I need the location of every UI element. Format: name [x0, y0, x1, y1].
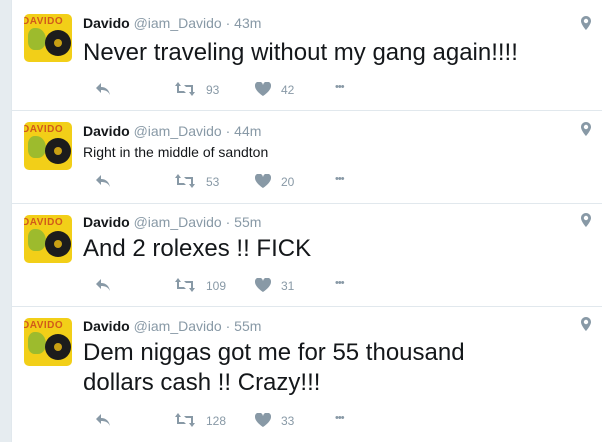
timestamp[interactable]: 55m: [234, 214, 261, 230]
tweet-header: Davido @iam_Davido · 55m: [83, 318, 261, 334]
retweet-button[interactable]: 128: [175, 413, 230, 429]
author-name[interactable]: Davido: [83, 15, 130, 31]
avatar[interactable]: DAVIDO: [24, 122, 72, 170]
tweet-text-line-1: Dem niggas got me for 55 thousand: [83, 339, 465, 366]
tweet-header: Davido @iam_Davido · 55m: [83, 214, 261, 230]
retweet-icon: [175, 278, 195, 292]
location-pin-icon[interactable]: [581, 16, 591, 30]
timestamp[interactable]: 43m: [234, 15, 261, 31]
location-pin-icon[interactable]: [581, 122, 591, 136]
like-count: 33: [281, 414, 295, 428]
like-button[interactable]: 20: [255, 174, 300, 190]
more-button[interactable]: •••: [335, 173, 359, 190]
author-name[interactable]: Davido: [83, 214, 130, 230]
tweet-text: Right in the middle of sandton: [83, 144, 269, 160]
tweet-header: Davido @iam_Davido · 43m: [83, 15, 261, 31]
tweet-feed: DAVIDO Davido @iam_Davido · 43m Never tr…: [11, 0, 602, 442]
timestamp[interactable]: 55m: [234, 318, 261, 334]
avatar-text: DAVIDO: [24, 16, 64, 27]
like-button[interactable]: 42: [255, 82, 300, 98]
tweet[interactable]: DAVIDO Davido @iam_Davido · 43m Never tr…: [12, 0, 602, 111]
heart-icon: [255, 174, 271, 188]
more-button[interactable]: •••: [335, 81, 359, 98]
tweet[interactable]: DAVIDO Davido @iam_Davido · 55m And 2 ro…: [12, 203, 602, 307]
avatar-text: DAVIDO: [24, 217, 64, 228]
reply-button[interactable]: [95, 413, 115, 429]
avatar[interactable]: DAVIDO: [24, 215, 72, 263]
more-icon: •••: [335, 412, 345, 424]
avatar-text: DAVIDO: [24, 320, 64, 331]
separator-dot: ·: [225, 15, 231, 31]
author-name[interactable]: Davido: [83, 123, 130, 139]
heart-icon: [255, 82, 271, 96]
tweet-actions: 53 20 •••: [83, 173, 383, 190]
like-count: 20: [281, 175, 295, 189]
author-handle[interactable]: @iam_Davido: [134, 123, 222, 139]
heart-icon: [255, 278, 271, 292]
retweet-count: 93: [206, 83, 220, 97]
retweet-icon: [175, 174, 195, 188]
retweet-button[interactable]: 109: [175, 278, 230, 294]
avatar[interactable]: DAVIDO: [24, 318, 72, 366]
retweet-button[interactable]: 93: [175, 82, 225, 98]
heart-icon: [255, 413, 271, 427]
like-count: 31: [281, 279, 295, 293]
separator-dot: ·: [225, 214, 231, 230]
tweet-text: And 2 rolexes !! FICK: [83, 235, 312, 262]
more-icon: •••: [335, 81, 345, 93]
timestamp[interactable]: 44m: [234, 123, 261, 139]
separator-dot: ·: [225, 123, 231, 139]
tweet-text: Never traveling without my gang again!!!…: [83, 39, 518, 66]
avatar[interactable]: DAVIDO: [24, 14, 72, 62]
separator-dot: ·: [225, 318, 231, 334]
author-handle[interactable]: @iam_Davido: [134, 15, 222, 31]
retweet-icon: [175, 82, 195, 96]
like-button[interactable]: 33: [255, 413, 300, 429]
reply-icon: [96, 279, 110, 291]
retweet-count: 53: [206, 175, 220, 189]
retweet-count: 109: [206, 279, 227, 293]
author-handle[interactable]: @iam_Davido: [134, 214, 222, 230]
retweet-count: 128: [206, 414, 227, 428]
tweet-header: Davido @iam_Davido · 44m: [83, 123, 261, 139]
tweet-text-line-2: dollars cash !! Crazy!!!: [83, 369, 321, 396]
location-pin-icon[interactable]: [581, 317, 591, 331]
reply-icon: [96, 414, 110, 426]
reply-icon: [96, 83, 110, 95]
location-pin-icon[interactable]: [581, 213, 591, 227]
tweet[interactable]: DAVIDO Davido @iam_Davido · 44m Right in…: [12, 110, 602, 204]
more-icon: •••: [335, 277, 345, 289]
author-name[interactable]: Davido: [83, 318, 130, 334]
like-count: 42: [281, 83, 295, 97]
tweet-actions: 93 42 •••: [83, 81, 383, 98]
reply-button[interactable]: [95, 278, 115, 294]
more-button[interactable]: •••: [335, 277, 359, 294]
like-button[interactable]: 31: [255, 278, 300, 294]
tweet[interactable]: DAVIDO Davido @iam_Davido · 55m Dem nigg…: [12, 306, 602, 442]
more-icon: •••: [335, 173, 345, 185]
tweet-actions: 128 33 •••: [83, 412, 383, 429]
retweet-icon: [175, 413, 195, 427]
reply-icon: [96, 175, 110, 187]
retweet-button[interactable]: 53: [175, 174, 225, 190]
reply-button[interactable]: [95, 82, 115, 98]
reply-button[interactable]: [95, 174, 115, 190]
avatar-text: DAVIDO: [24, 124, 64, 135]
more-button[interactable]: •••: [335, 412, 359, 429]
tweet-actions: 109 31 •••: [83, 277, 383, 294]
author-handle[interactable]: @iam_Davido: [134, 318, 222, 334]
